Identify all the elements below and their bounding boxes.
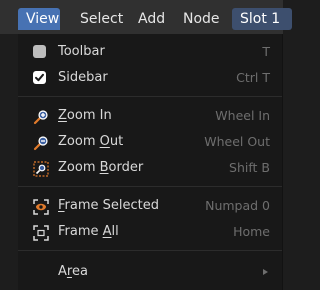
menu-item-zoom-border[interactable]: Zoom Border Shift B [18,156,282,180]
frame-selected-shortcut: Numpad 0 [205,198,270,213]
zoom-out-shortcut: Wheel Out [204,134,270,149]
sidebar-shortcut: Ctrl T [236,70,270,85]
sidebar-label: Sidebar [58,70,108,85]
view-menu-dropdown: Toolbar T Sidebar Ctrl T Zoom In Wheel I… [18,34,283,290]
zoom-in-shortcut: Wheel In [215,108,270,123]
frame-all-shortcut: Home [233,224,270,239]
frame-all-label: Frame All [58,224,119,239]
menu-item-frame-all[interactable]: Frame All Home [18,220,282,244]
checkbox-checked-icon[interactable] [33,71,47,85]
area-label: Area [58,264,88,279]
menu-add[interactable]: Add [130,8,173,30]
zoom-border-shortcut: Shift B [229,160,270,175]
toolbar-label: Toolbar [58,44,105,59]
frame-selected-label: Frame Selected [58,198,160,213]
zoom-in-label: Zoom In [58,108,112,123]
menu-item-frame-selected[interactable]: Frame Selected Numpad 0 [18,194,282,218]
toolbar-shortcut: T [262,44,270,59]
divider [18,96,282,97]
submenu-arrow-icon [263,269,268,275]
menu-view[interactable]: View [18,8,60,30]
zoom-border-icon [33,161,49,177]
zoom-in-icon [33,109,48,125]
zoom-border-label: Zoom Border [58,160,144,175]
checkbox-unchecked-icon[interactable] [33,45,47,59]
slot-selector[interactable]: Slot 1 [232,8,292,30]
menu-item-zoom-out[interactable]: Zoom Out Wheel Out [18,130,282,154]
divider [18,186,282,187]
menu-item-zoom-in[interactable]: Zoom In Wheel In [18,104,282,128]
frame-selected-icon [33,199,49,215]
zoom-out-icon [33,135,48,151]
divider [18,250,282,251]
node-editor-header: View Select Add Node Slot 1 [0,0,292,34]
zoom-out-label: Zoom Out [58,134,124,149]
menu-node[interactable]: Node [175,8,228,30]
menu-item-area[interactable]: Area [18,260,282,284]
frame-all-icon [33,225,49,241]
menu-item-toolbar[interactable]: Toolbar T [18,40,282,64]
menu-item-sidebar[interactable]: Sidebar Ctrl T [18,66,282,90]
menu-select[interactable]: Select [72,8,131,30]
